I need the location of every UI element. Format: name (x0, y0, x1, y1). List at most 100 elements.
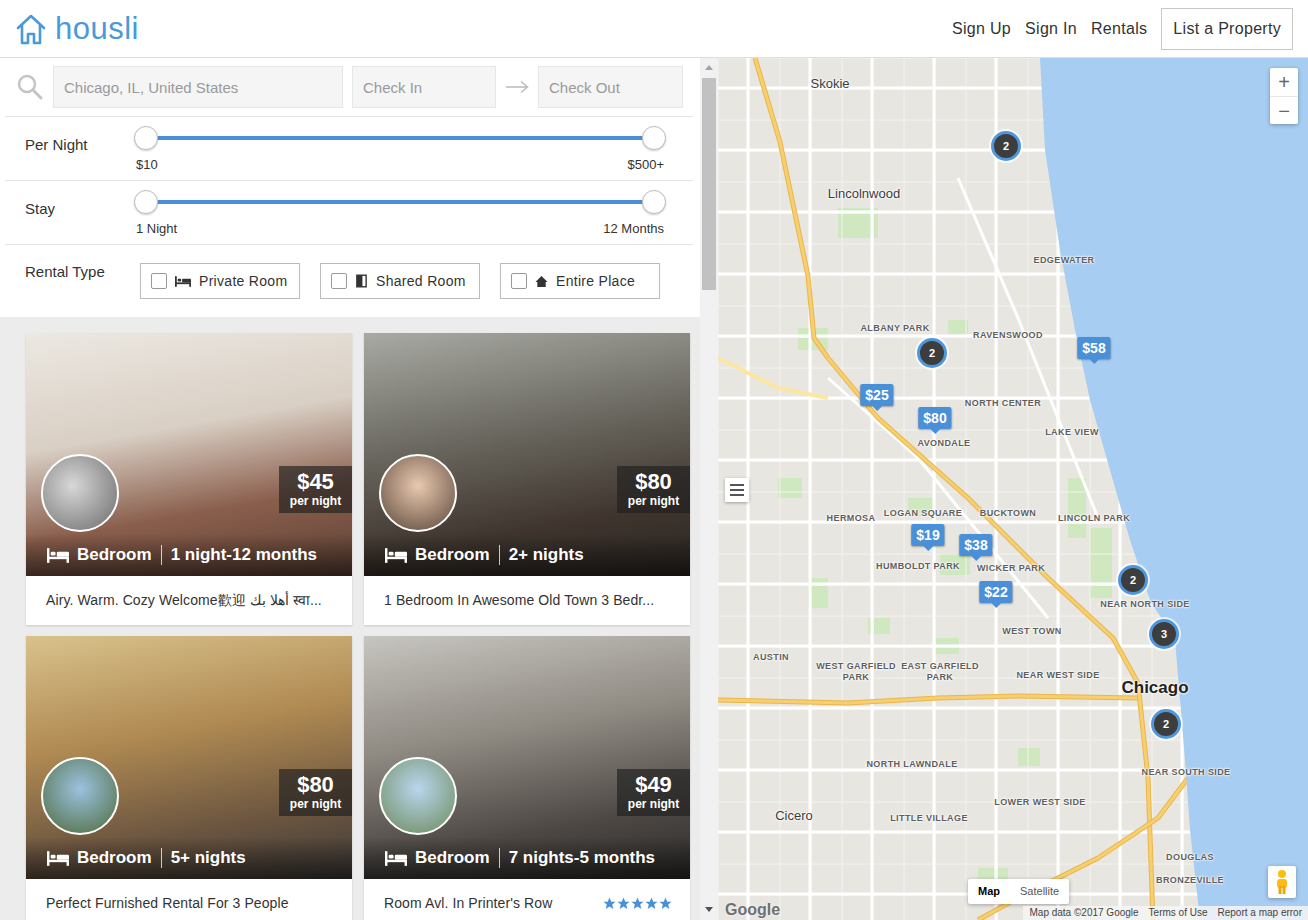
check-out-input[interactable] (538, 66, 683, 108)
nav-link[interactable]: Sign Up (945, 18, 1018, 40)
slider-min-label: $10 (136, 157, 158, 173)
listing-photo[interactable]: $45per nightBedroom1 night-12 months (26, 333, 352, 576)
price-marker[interactable]: $80 (918, 407, 951, 429)
price-unit: per night (279, 494, 352, 508)
slider-handle-min[interactable] (134, 190, 158, 214)
map-place-label: EAST GARFIELD PARK (900, 661, 980, 683)
listing-title[interactable]: Perfect Furnished Rental For 3 People (46, 893, 289, 914)
slider-track[interactable] (146, 136, 654, 140)
host-avatar[interactable] (379, 757, 457, 835)
list-property-button[interactable]: List a Property (1161, 8, 1293, 50)
attribution-link[interactable]: Report a map error (1218, 906, 1302, 920)
listing-title-bar[interactable]: Room Avl. In Printer's Row (364, 879, 690, 920)
toggle-list-button[interactable] (725, 478, 749, 502)
slider-handle-min[interactable] (134, 126, 158, 150)
location-input[interactable] (53, 66, 343, 108)
logo[interactable]: housli (16, 11, 139, 47)
checkbox[interactable] (331, 273, 347, 289)
listing-title[interactable]: Airy. Warm. Cozy Welcome歡迎 أهلا بك स्वा.… (46, 590, 322, 611)
nav-link[interactable]: Sign In (1018, 18, 1084, 40)
checkbox[interactable] (511, 273, 527, 289)
listing-card[interactable]: $49per nightBedroom7 nights-5 months Room… (364, 636, 690, 920)
slider-area[interactable] (146, 190, 654, 214)
attribution-link[interactable]: Terms of Use (1149, 906, 1208, 920)
slider-area[interactable] (146, 126, 654, 150)
cluster-marker[interactable]: 2 (991, 131, 1021, 161)
map-place-label: BRONZEVILLE (1156, 875, 1224, 885)
slider-track[interactable] (146, 200, 654, 204)
slider-fill (146, 136, 654, 140)
listing-photo[interactable]: $49per nightBedroom7 nights-5 months (364, 636, 690, 879)
map-place-label: WICKER PARK (977, 563, 1045, 573)
zoom-out-button[interactable]: − (1270, 96, 1298, 124)
price: $49 (617, 773, 690, 797)
listing-title-bar[interactable]: Airy. Warm. Cozy Welcome歡迎 أهلا بك स्वा.… (26, 576, 352, 625)
price-marker[interactable]: $25 (860, 384, 893, 406)
map-type-button[interactable]: Map (968, 879, 1010, 904)
listing-card[interactable]: $80per nightBedroom2+ nights 1 Bedroom In… (364, 333, 690, 625)
scroll-thumb[interactable] (702, 78, 716, 290)
filter-label: Stay (25, 200, 134, 237)
logo-text[interactable]: housli (55, 11, 139, 47)
option-label: Entire Place (556, 271, 635, 292)
map-place-label: HERMOSA (827, 513, 876, 523)
attribution-link: Map data ©2017 Google (1029, 906, 1138, 920)
checkbox[interactable] (151, 273, 167, 289)
room-type: Bedroom (415, 847, 490, 869)
site-header: housli Sign UpSign InRentals List a Proper… (0, 0, 1308, 58)
check-in-input[interactable] (352, 66, 496, 108)
listing-info-bar: Bedroom1 night-12 months (26, 534, 352, 576)
map-place-label: RAVENSWOOD (973, 330, 1043, 340)
divider (161, 848, 162, 868)
slider-handle-max[interactable] (642, 190, 666, 214)
listing-title[interactable]: Room Avl. In Printer's Row (384, 893, 552, 914)
listing-photo[interactable]: $80per nightBedroom5+ nights (26, 636, 352, 879)
listing-title-bar[interactable]: Perfect Furnished Rental For 3 People (26, 879, 352, 920)
nav-link[interactable]: Rentals (1084, 18, 1154, 40)
map-place-label: NORTH LAWNDALE (866, 759, 957, 769)
host-avatar[interactable] (41, 454, 119, 532)
scroll-down-icon[interactable] (705, 907, 713, 912)
rental-type-option[interactable]: Private Room (140, 263, 300, 299)
listing-photo[interactable]: $80per nightBedroom2+ nights (364, 333, 690, 576)
price-marker[interactable]: $58 (1077, 337, 1110, 359)
map-place-label: WEST TOWN (1002, 626, 1061, 636)
listing-title[interactable]: 1 Bedroom In Awesome Old Town 3 Bedr... (384, 590, 654, 611)
rental-type-option[interactable]: Shared Room (320, 263, 480, 299)
scroll-up-icon[interactable] (705, 65, 713, 70)
bed-icon (385, 548, 407, 563)
map-place-label: Skokie (810, 76, 849, 91)
price-marker[interactable]: $38 (959, 534, 992, 556)
range-slider[interactable]: 1 Night12 Months (134, 190, 666, 237)
price-marker[interactable]: $22 (979, 581, 1012, 603)
map-tiles[interactable] (718, 58, 1308, 920)
slider-min-label: 1 Night (136, 221, 177, 237)
zoom-in-button[interactable]: + (1270, 68, 1298, 96)
slider-handle-max[interactable] (642, 126, 666, 150)
price-marker[interactable]: $19 (911, 524, 944, 546)
cluster-marker[interactable]: 2 (1118, 565, 1148, 595)
street-view-button[interactable] (1268, 866, 1296, 898)
listing-card[interactable]: $45per nightBedroom1 night-12 monthsAiry… (26, 333, 352, 625)
listing-info-bar: Bedroom5+ nights (26, 837, 352, 879)
cluster-marker[interactable]: 3 (1149, 619, 1179, 649)
map-type-button[interactable]: Satellite (1010, 879, 1069, 904)
divider (499, 545, 500, 565)
rental-type-option[interactable]: Entire Place (500, 263, 660, 299)
host-avatar[interactable] (379, 454, 457, 532)
map-place-label: DOUGLAS (1166, 852, 1214, 862)
listing-card[interactable]: $80per nightBedroom5+ nights Perfect Furn… (26, 636, 352, 920)
range-slider[interactable]: $10$500+ (134, 126, 666, 173)
host-avatar[interactable] (41, 757, 119, 835)
rental-type-row: Rental TypePrivate RoomShared RoomEntire… (5, 244, 693, 317)
zoom-control: +− (1270, 68, 1298, 124)
filter-row: Per Night$10$500+ (5, 116, 693, 180)
cluster-marker[interactable]: 2 (1151, 709, 1181, 739)
map-place-label: Lincolnwood (828, 186, 900, 201)
cluster-marker[interactable]: 2 (917, 338, 947, 368)
listing-title-bar[interactable]: 1 Bedroom In Awesome Old Town 3 Bedr... (364, 576, 690, 625)
scrollbar[interactable] (700, 58, 718, 920)
map-attribution: Map data ©2017 Google Terms of Use Report … (1023, 906, 1308, 920)
map[interactable]: SkokieLincolnwoodEDGEWATERALBANY PARKRAV… (718, 58, 1308, 920)
google-logo[interactable]: Google (725, 901, 780, 919)
